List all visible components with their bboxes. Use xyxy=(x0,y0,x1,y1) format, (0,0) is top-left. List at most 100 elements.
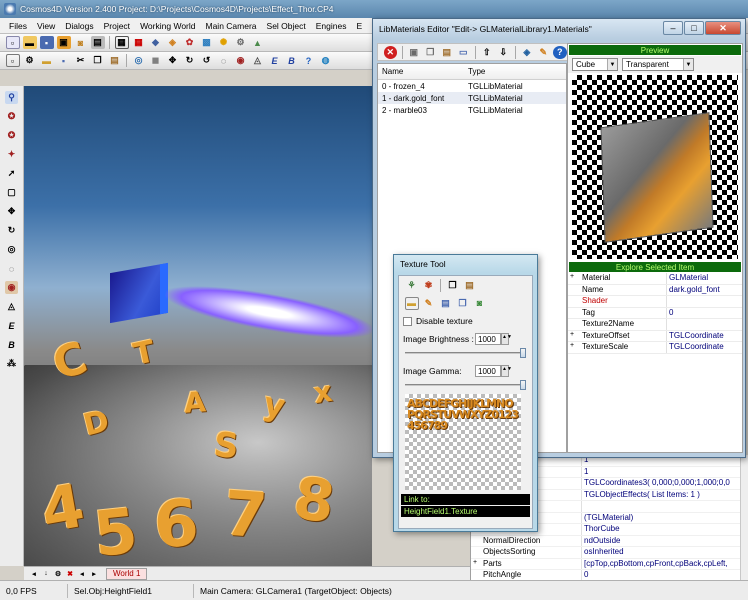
inspector-scrollbar[interactable] xyxy=(740,455,748,580)
pointer-icon[interactable]: ➚ xyxy=(5,167,18,180)
link-icon[interactable]: ✪ xyxy=(5,110,18,123)
clear-texture-icon[interactable]: ✾ xyxy=(422,279,436,292)
brightness-slider-thumb[interactable] xyxy=(520,348,526,358)
material-list-item[interactable]: 2 - marble03 TGLLibMaterial xyxy=(378,104,566,116)
inspector-property-value[interactable]: [cpTop,cpBottom,cpFront,cpBack,cpLeft, xyxy=(581,558,748,569)
image-icon[interactable]: ▩ xyxy=(200,36,214,49)
menu-extra[interactable]: E xyxy=(351,21,367,31)
inspector-row[interactable]: NormalDirection ndOutside xyxy=(471,535,748,547)
lock-icon[interactable]: ◙ xyxy=(74,36,88,49)
down-icon[interactable]: ↓ xyxy=(42,569,51,578)
menu-view[interactable]: View xyxy=(32,21,60,31)
spin-arrows-icon[interactable]: ▲▼ xyxy=(501,333,512,345)
save-icon[interactable]: ▪ xyxy=(39,36,54,49)
inspector-property-value[interactable]: 0 xyxy=(581,570,748,581)
property-row[interactable]: + Material GLMaterial xyxy=(568,273,742,285)
paint-icon[interactable]: ✎ xyxy=(422,297,436,310)
open-folder-icon[interactable]: ▬ xyxy=(22,36,37,49)
link-alt-icon[interactable]: ✪ xyxy=(5,129,18,142)
menu-files[interactable]: Files xyxy=(4,21,32,31)
paste-material-icon[interactable]: ▤ xyxy=(440,46,454,59)
gear-small-icon[interactable]: ⚙ xyxy=(54,569,63,578)
menu-project[interactable]: Project xyxy=(99,21,135,31)
grid-icon[interactable]: ▦ xyxy=(114,36,129,49)
menu-sel-object[interactable]: Sel Object xyxy=(262,21,311,31)
scale-tool-icon[interactable]: ◎ xyxy=(5,243,18,256)
move-tool-icon[interactable]: ✥ xyxy=(5,205,18,218)
menu-engines[interactable]: Engines xyxy=(311,21,352,31)
settings-dropdown-icon[interactable]: ⚙ xyxy=(23,54,37,67)
print-icon[interactable]: ▤ xyxy=(90,36,105,49)
property-row[interactable]: Name dark.gold_font xyxy=(568,284,742,296)
property-value[interactable] xyxy=(666,296,742,307)
texture-apply-icon[interactable]: ◙ xyxy=(473,297,487,310)
frame-icon[interactable]: ▢ xyxy=(5,186,18,199)
material-list-item[interactable]: 0 - frozen_4 TGLLibMaterial xyxy=(378,80,566,92)
property-row[interactable]: Shader xyxy=(568,296,742,308)
fill-icon[interactable]: ◬ xyxy=(5,300,18,313)
property-value[interactable]: TGLCoordinate xyxy=(666,342,742,353)
engine-tool-icon[interactable]: E xyxy=(5,319,18,332)
texture-page-icon[interactable]: ▤ xyxy=(439,297,453,310)
brightness-slider[interactable] xyxy=(405,348,526,358)
property-value[interactable] xyxy=(666,319,742,330)
menu-working-world[interactable]: Working World xyxy=(135,21,200,31)
tool-icon[interactable]: ⚙ xyxy=(234,36,248,49)
inspector-property-value[interactable]: ndOutside xyxy=(581,535,748,546)
help-icon[interactable]: ? xyxy=(302,54,316,67)
property-row[interactable]: + TextureScale TGLCoordinate xyxy=(568,342,742,354)
background-select[interactable]: Transparent ▼ xyxy=(622,58,694,71)
next-icon[interactable]: ▸ xyxy=(90,569,99,578)
palette-icon[interactable]: ✿ xyxy=(183,36,197,49)
world-icon[interactable]: ◎ xyxy=(132,54,146,67)
effect-icon[interactable]: ◬ xyxy=(251,54,265,67)
inspector-property-value[interactable]: ThorCube xyxy=(581,524,748,535)
brightness-input[interactable]: 1000 ▲▼ xyxy=(475,333,512,345)
expand-icon[interactable]: + xyxy=(473,559,477,566)
camera-tool-icon[interactable]: ◉ xyxy=(5,281,18,294)
maximize-button[interactable]: □ xyxy=(684,21,704,35)
inspector-property-value[interactable]: TGLObjectEffects( List Items: 1 ) xyxy=(581,489,748,500)
open-icon[interactable]: ▬ xyxy=(40,54,54,67)
gamma-input[interactable]: 1000 ▲▼ xyxy=(475,365,512,377)
property-value[interactable]: TGLCoordinate xyxy=(666,330,742,341)
gamma-slider-thumb[interactable] xyxy=(520,380,526,390)
pencil-icon[interactable]: ✎ xyxy=(537,46,551,59)
expand-icon[interactable]: + xyxy=(570,273,574,280)
disable-texture-checkbox[interactable] xyxy=(403,316,412,326)
thor-cube[interactable] xyxy=(110,262,168,324)
copy-texture-icon[interactable]: ❐ xyxy=(446,279,460,292)
engine-e-icon[interactable]: E xyxy=(268,54,282,67)
rotate-tool-icon[interactable]: ↻ xyxy=(5,224,18,237)
copy-icon[interactable]: ❐ xyxy=(91,54,105,67)
page-icon[interactable]: ▫ xyxy=(5,54,20,67)
move-up-icon[interactable]: ⇧ xyxy=(480,46,494,59)
inspector-property-value[interactable]: 1 xyxy=(581,466,748,477)
spin-arrows-icon[interactable]: ▲▼ xyxy=(501,365,512,377)
rotate-alt-icon[interactable]: ↺ xyxy=(200,54,214,67)
new-icon[interactable]: ▫ xyxy=(5,36,20,49)
3d-viewport[interactable]: C 4 5 6 7 8 y x D A S T xyxy=(24,86,372,566)
help-circle-icon[interactable]: ? xyxy=(553,45,567,59)
delete-icon[interactable]: ✕ xyxy=(383,45,398,59)
inspector-property-value[interactable]: TGLCoordinates3( 0,000;0,000;1,000;0,0 xyxy=(581,478,748,489)
rotate-icon[interactable]: ↻ xyxy=(183,54,197,67)
property-row[interactable]: Tag 0 xyxy=(568,307,742,319)
material-list-item[interactable]: 1 - dark.gold_font TGLLibMaterial xyxy=(378,92,566,104)
shape-select[interactable]: Cube ▼ xyxy=(572,58,618,71)
inspector-row[interactable]: ObjectsSorting osInherited xyxy=(471,547,748,559)
shield-icon[interactable]: ◈ xyxy=(520,46,534,59)
copy-material-icon[interactable]: ❐ xyxy=(424,46,438,59)
inspector-property-value[interactable]: (TGLMaterial) xyxy=(581,512,748,523)
select-mode-icon[interactable]: ⚲ xyxy=(5,91,18,104)
column-type[interactable]: Type xyxy=(464,67,485,76)
inspector-row[interactable]: + Parts [cpTop,cpBottom,cpFront,cpBack,cpL… xyxy=(471,558,748,570)
edit-icon[interactable]: ▭ xyxy=(457,46,471,59)
first-icon[interactable]: ◂ xyxy=(30,569,39,578)
stop-icon[interactable]: ✖ xyxy=(66,569,75,578)
property-value[interactable]: 0 xyxy=(666,307,742,318)
disable-texture-row[interactable]: Disable texture xyxy=(399,312,532,330)
prev-icon[interactable]: ◂ xyxy=(78,569,87,578)
particles-icon[interactable]: ⁂ xyxy=(5,357,18,370)
object-add-icon[interactable]: ◼ xyxy=(149,54,163,67)
